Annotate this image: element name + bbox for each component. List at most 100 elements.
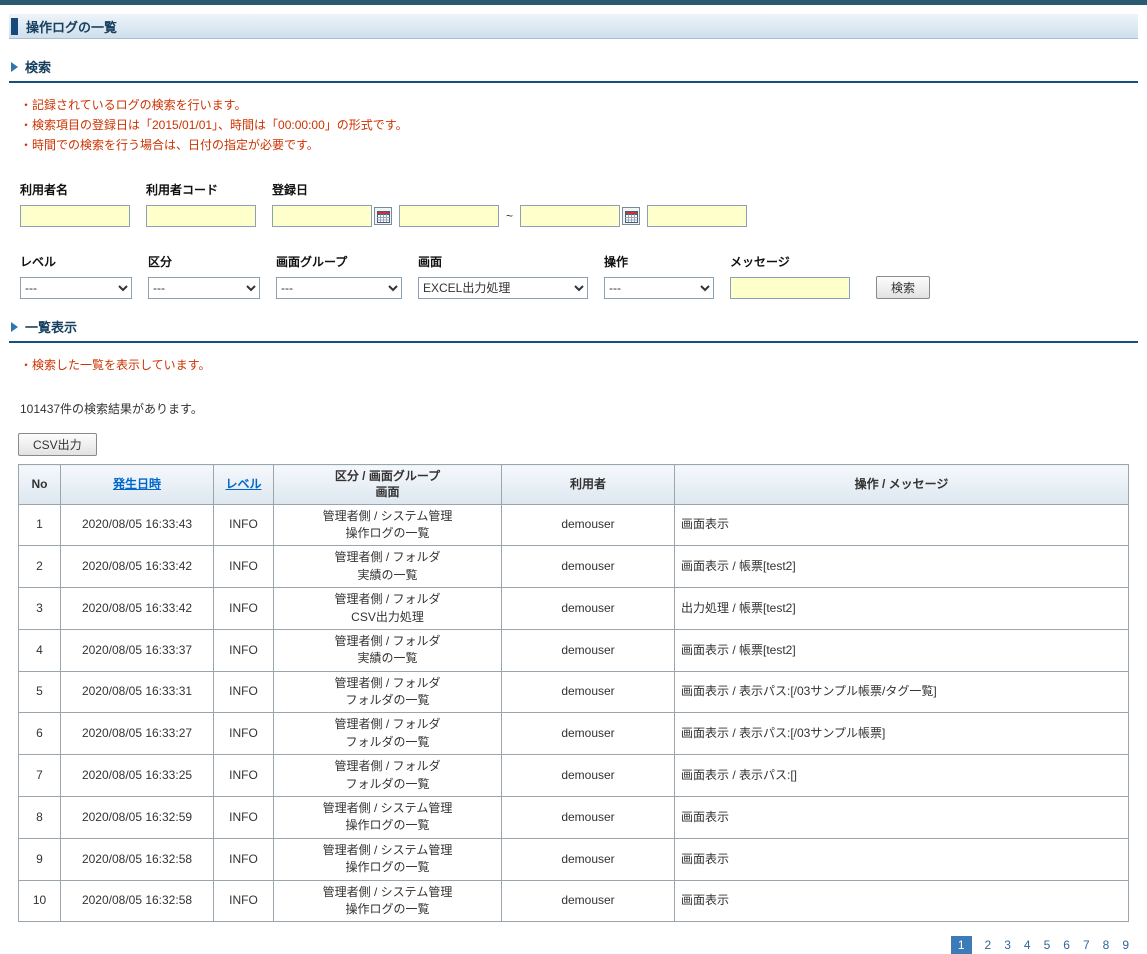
cell-datetime: 2020/08/05 16:32:58 [61,880,214,922]
search-instructions: ・記録されているログの検索を行います。 ・検索項目の登録日は「2015/01/0… [20,96,1147,155]
cell-operation: 画面表示 / 帳票[test2] [675,629,1129,671]
cell-category-line2: 操作ログの一覧 [280,525,495,542]
message-input[interactable] [730,277,850,299]
page-number-8[interactable]: 8 [1103,938,1110,952]
page-number-3[interactable]: 3 [1004,938,1011,952]
operation-select[interactable]: --- [604,277,714,299]
user-name-input[interactable] [20,205,130,227]
log-table-body: 1 2020/08/05 16:33:43 INFO 管理者側 / システム管理… [19,504,1129,922]
cell-no: 7 [19,755,61,797]
cell-level: INFO [214,880,274,922]
cell-category-line2: CSV出力処理 [280,609,495,626]
cell-no: 3 [19,588,61,630]
instruction-line: ・検索した一覧を表示しています。 [20,356,1147,376]
search-section-header: 検索 [9,57,1138,83]
category-select[interactable]: --- [148,277,260,299]
cell-category-line2: フォルダの一覧 [280,776,495,793]
cell-category: 管理者側 / フォルダ フォルダの一覧 [274,671,502,713]
cell-category-line2: 実績の一覧 [280,650,495,667]
sort-datetime-link[interactable]: 発生日時 [113,477,161,491]
screen-group-label: 画面グループ [276,253,402,270]
cell-category-line1: 管理者側 / システム管理 [280,508,495,525]
cell-operation: 画面表示 / 表示パス:[] [675,755,1129,797]
level-label: レベル [20,253,132,270]
page-number-7[interactable]: 7 [1083,938,1090,952]
user-name-label: 利用者名 [20,181,130,198]
col-no: No [19,465,61,504]
page-number-2[interactable]: 2 [985,938,992,952]
reg-date-from-input[interactable] [272,205,372,227]
cell-operation: 画面表示 [675,838,1129,880]
screen-label: 画面 [418,253,588,270]
cell-operation: 画面表示 [675,504,1129,546]
cell-category-line1: 管理者側 / フォルダ [280,675,495,692]
calendar-to-button[interactable] [622,207,640,225]
page-number-6[interactable]: 6 [1063,938,1070,952]
table-row: 9 2020/08/05 16:32:58 INFO 管理者側 / システム管理… [19,838,1129,880]
table-header-row: No 発生日時 レベル 区分 / 画面グループ 画面 利用者 操作 / メッセー… [19,465,1129,504]
table-row: 8 2020/08/05 16:32:59 INFO 管理者側 / システム管理… [19,797,1129,839]
list-instructions: ・検索した一覧を表示しています。 [20,356,1147,376]
cell-category-line1: 管理者側 / システム管理 [280,884,495,901]
title-marker-icon [11,18,18,35]
cell-user: demouser [502,504,675,546]
cell-category-line2: 操作ログの一覧 [280,901,495,918]
page-number-5[interactable]: 5 [1044,938,1051,952]
screen-group-select[interactable]: --- [276,277,402,299]
cell-category: 管理者側 / システム管理 操作ログの一覧 [274,838,502,880]
cell-category-line1: 管理者側 / システム管理 [280,842,495,859]
cell-operation: 出力処理 / 帳票[test2] [675,588,1129,630]
cell-datetime: 2020/08/05 16:33:42 [61,588,214,630]
cell-user: demouser [502,588,675,630]
cell-no: 10 [19,880,61,922]
triangle-icon [11,322,18,332]
reg-date-to-input[interactable] [520,205,620,227]
cell-category-line2: フォルダの一覧 [280,692,495,709]
calendar-from-button[interactable] [374,207,392,225]
user-code-input[interactable] [146,205,256,227]
cell-category: 管理者側 / フォルダ 実績の一覧 [274,629,502,671]
page-number-1[interactable]: 1 [951,936,972,954]
table-row: 2 2020/08/05 16:33:42 INFO 管理者側 / フォルダ 実… [19,546,1129,588]
cell-datetime: 2020/08/05 16:33:27 [61,713,214,755]
list-section-header: 一覧表示 [9,317,1138,343]
cell-level: INFO [214,504,274,546]
cell-category-line1: 管理者側 / システム管理 [280,800,495,817]
col-category-line1: 区分 / 画面グループ [278,468,497,484]
cell-user: demouser [502,671,675,713]
user-code-label: 利用者コード [146,181,256,198]
cell-no: 4 [19,629,61,671]
cell-level: INFO [214,713,274,755]
screen-select[interactable]: EXCEL出力処理 [418,277,588,299]
cell-user: demouser [502,629,675,671]
page-number-4[interactable]: 4 [1024,938,1031,952]
cell-user: demouser [502,755,675,797]
cell-category: 管理者側 / システム管理 操作ログの一覧 [274,504,502,546]
csv-export-button[interactable]: CSV出力 [18,433,97,456]
level-select[interactable]: --- [20,277,132,299]
cell-level: INFO [214,629,274,671]
page-number-9[interactable]: 9 [1122,938,1129,952]
reg-time-to-input[interactable] [647,205,747,227]
cell-category-line1: 管理者側 / フォルダ [280,549,495,566]
top-strip [0,0,1147,5]
search-button[interactable]: 検索 [876,276,930,299]
cell-user: demouser [502,797,675,839]
cell-user: demouser [502,546,675,588]
cell-datetime: 2020/08/05 16:33:25 [61,755,214,797]
cell-category-line1: 管理者側 / フォルダ [280,758,495,775]
list-section-title: 一覧表示 [25,317,77,336]
cell-operation: 画面表示 [675,797,1129,839]
sort-level-link[interactable]: レベル [225,477,261,491]
cell-no: 1 [19,504,61,546]
cell-no: 5 [19,671,61,713]
pagination: 123456789 [0,936,1129,954]
cell-category: 管理者側 / フォルダ CSV出力処理 [274,588,502,630]
col-level: レベル [214,465,274,504]
table-row: 6 2020/08/05 16:33:27 INFO 管理者側 / フォルダ フ… [19,713,1129,755]
reg-time-from-input[interactable] [399,205,499,227]
cell-datetime: 2020/08/05 16:32:58 [61,838,214,880]
result-count: 101437件の検索結果があります。 [20,400,1147,417]
table-row: 10 2020/08/05 16:32:58 INFO 管理者側 / システム管… [19,880,1129,922]
cell-user: demouser [502,880,675,922]
